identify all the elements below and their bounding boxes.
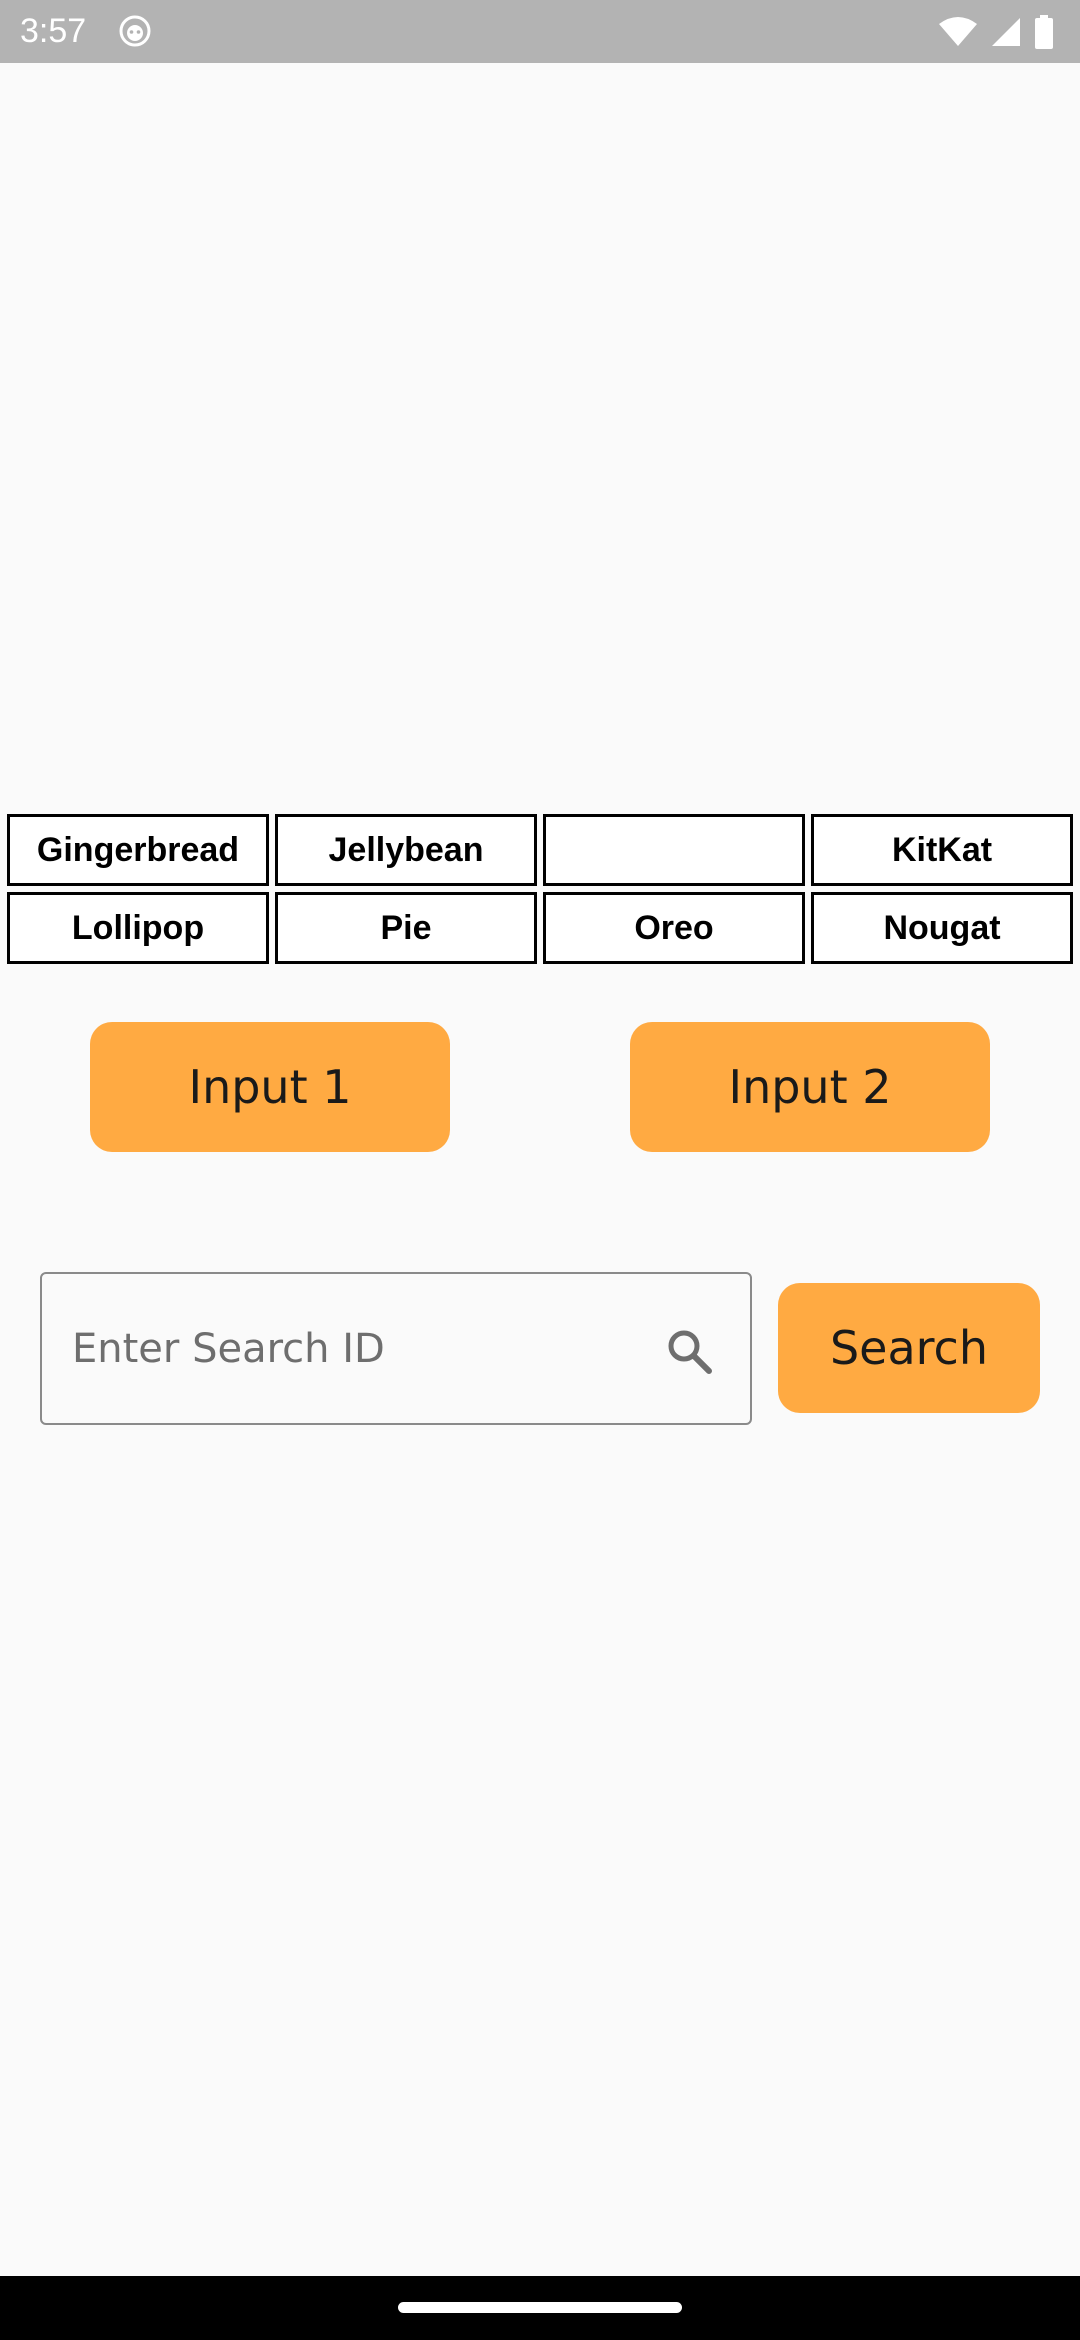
- search-input[interactable]: [72, 1274, 642, 1423]
- battery-icon: [1034, 15, 1054, 49]
- status-bar: 3:57: [0, 0, 1080, 63]
- wifi-icon: [938, 16, 978, 48]
- app-notification-icon: [118, 14, 152, 48]
- version-grid: Gingerbread Jellybean KitKat Lollipop Pi…: [7, 814, 1073, 964]
- search-button[interactable]: Search: [778, 1283, 1040, 1413]
- input-2-button[interactable]: Input 2: [630, 1022, 990, 1152]
- input-1-button[interactable]: Input 1: [90, 1022, 450, 1152]
- navigation-bar: [0, 2276, 1080, 2340]
- version-cell: Lollipop: [7, 892, 269, 964]
- version-cell: Nougat: [811, 892, 1073, 964]
- version-cell: KitKat: [811, 814, 1073, 886]
- status-icons: [938, 12, 1054, 52]
- signal-icon: [990, 16, 1022, 48]
- version-cell: Pie: [275, 892, 537, 964]
- version-cell: [543, 814, 805, 886]
- version-cell: Oreo: [543, 892, 805, 964]
- version-cell: Jellybean: [275, 814, 537, 886]
- search-icon[interactable]: [664, 1326, 714, 1376]
- home-gesture-handle[interactable]: [398, 2302, 682, 2313]
- version-cell: Gingerbread: [7, 814, 269, 886]
- status-time: 3:57: [20, 12, 87, 50]
- search-field[interactable]: [40, 1272, 752, 1425]
